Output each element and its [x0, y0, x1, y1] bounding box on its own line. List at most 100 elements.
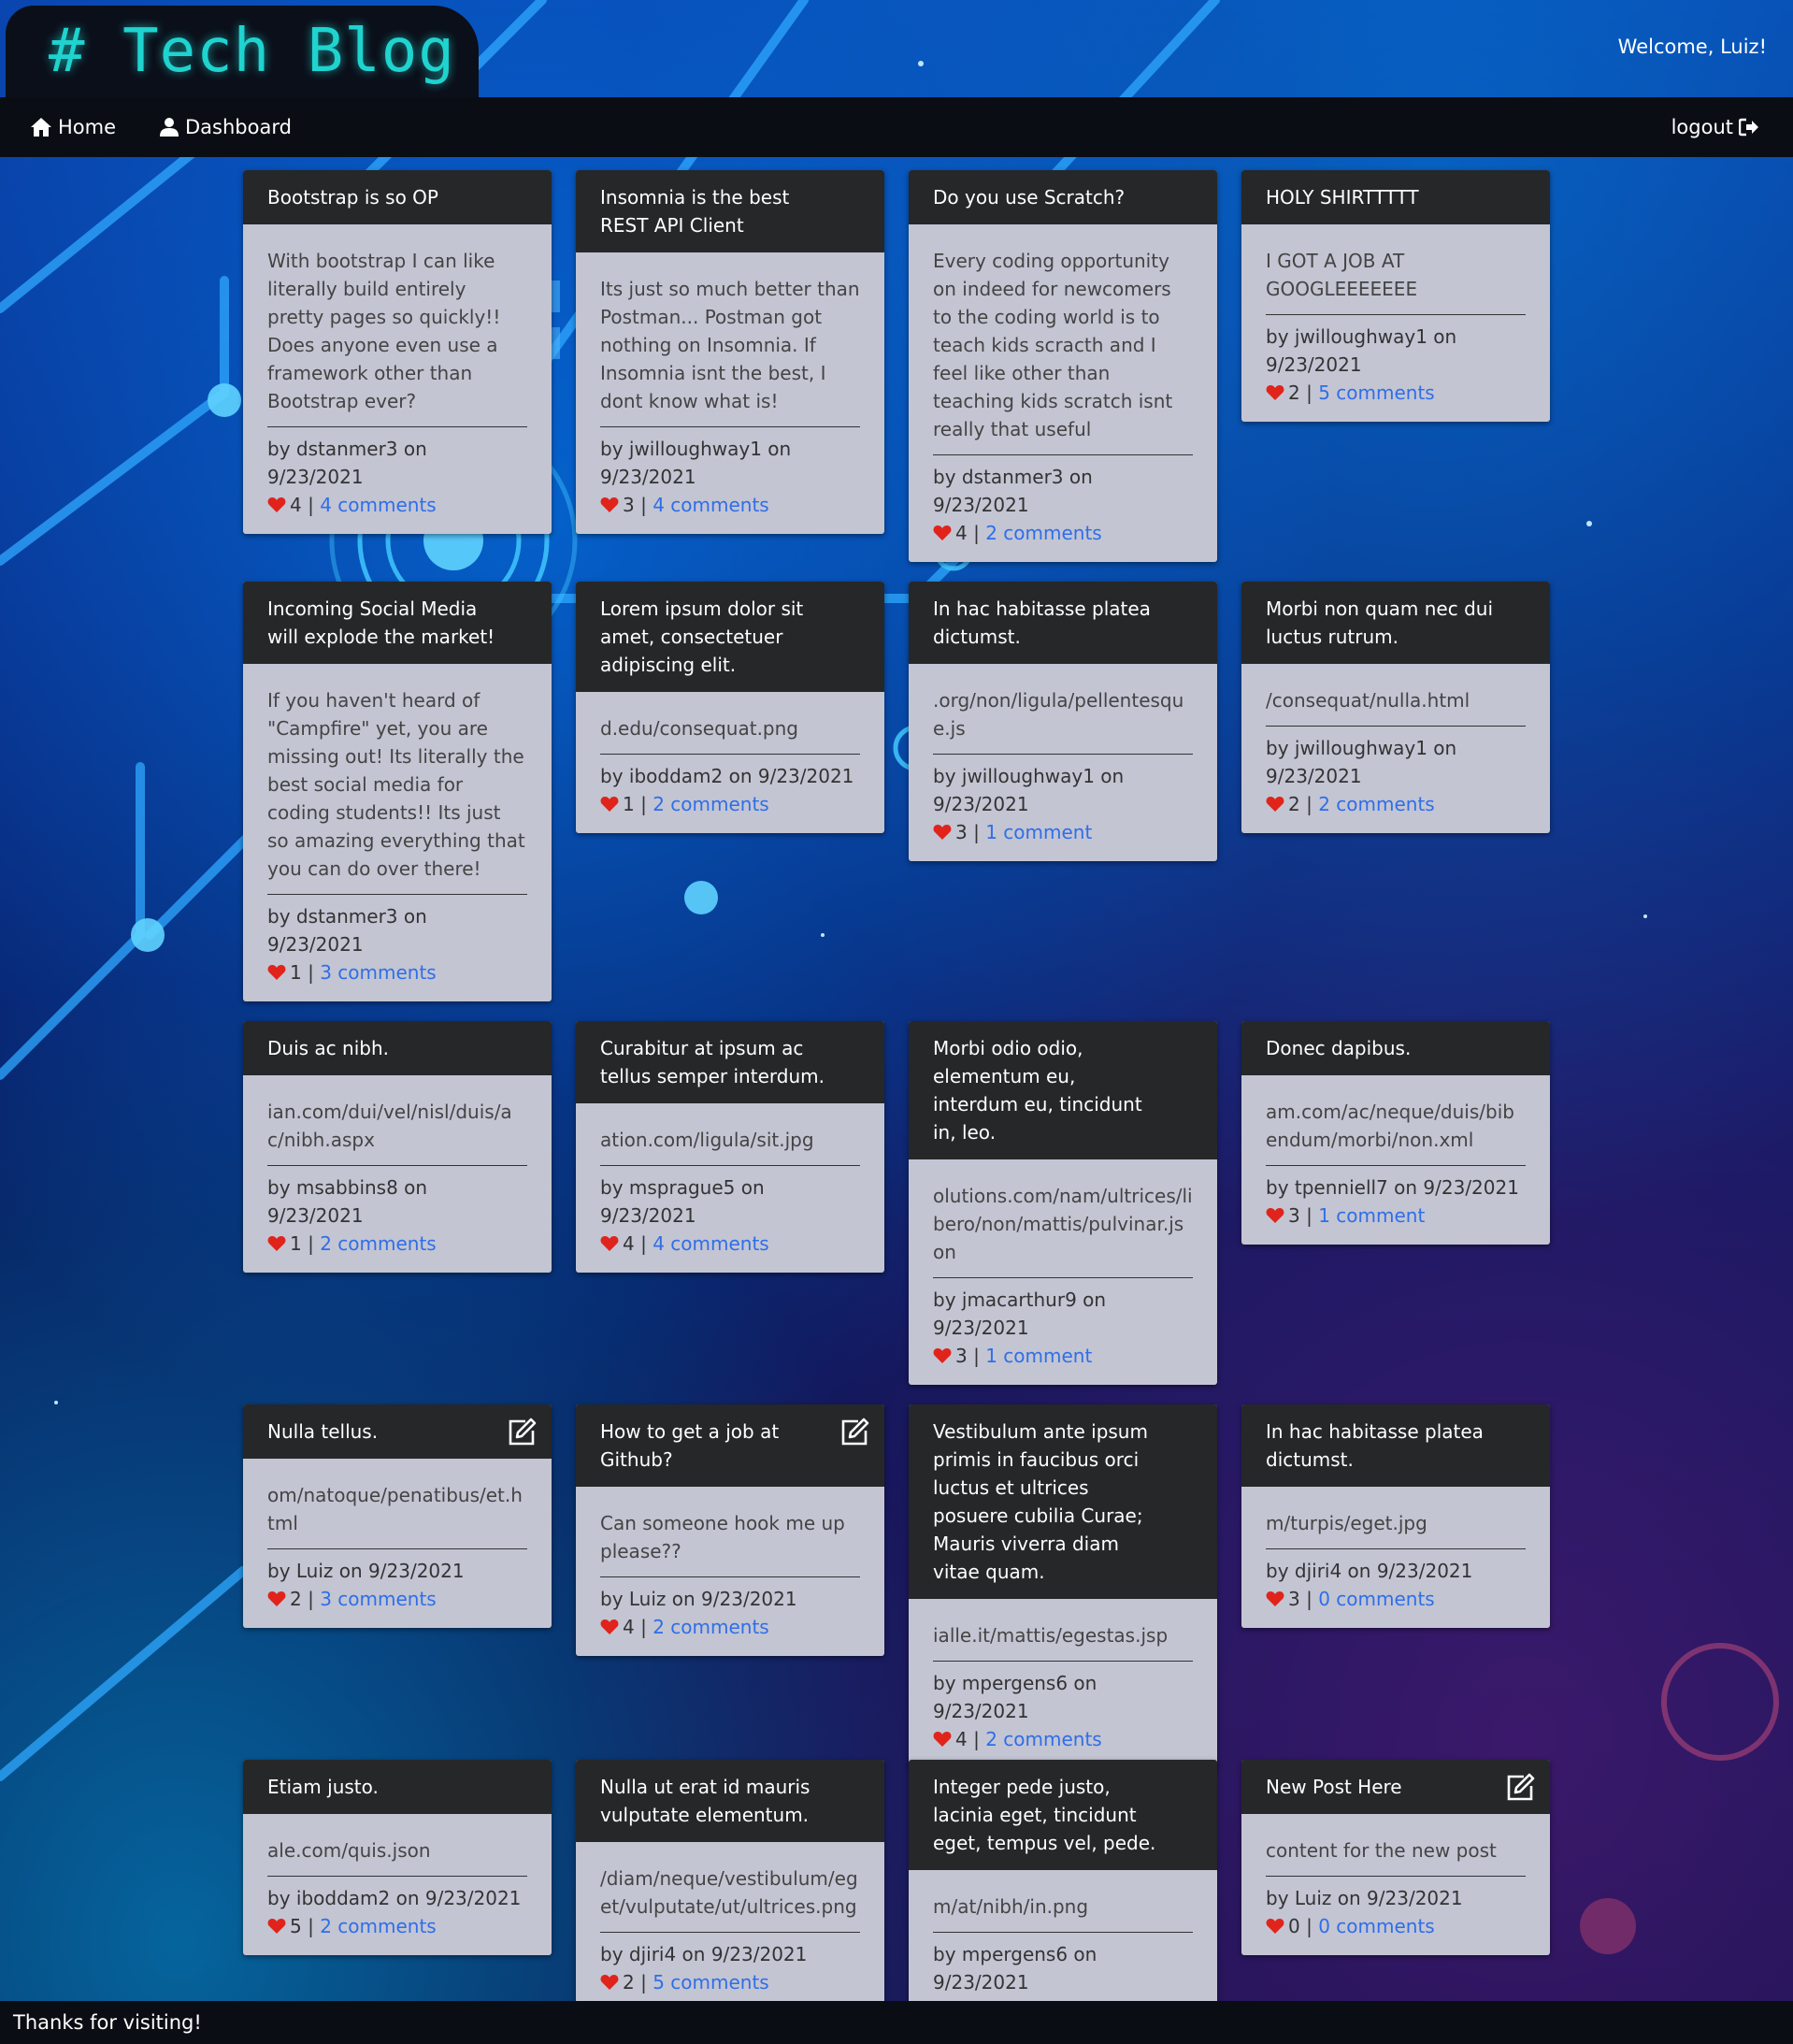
- comments-link[interactable]: 2 comments: [653, 1613, 769, 1641]
- nav-dashboard[interactable]: Dashboard: [159, 97, 292, 157]
- heart-icon[interactable]: [1266, 796, 1284, 813]
- post-card[interactable]: Morbi odio odio, elementum eu, interdum …: [909, 1021, 1217, 1385]
- edit-icon[interactable]: [1505, 1773, 1535, 1803]
- comments-link[interactable]: 2 comments: [320, 1912, 437, 1940]
- comments-link[interactable]: 1 comment: [1318, 1202, 1425, 1230]
- post-card[interactable]: Curabitur at ipsum ac tellus semper inte…: [576, 1021, 884, 1273]
- comments-link[interactable]: 2 comments: [1318, 790, 1435, 818]
- edit-icon[interactable]: [507, 1418, 537, 1447]
- post-title[interactable]: Lorem ipsum dolor sit amet, consectetuer…: [600, 597, 803, 676]
- post-card[interactable]: Nulla tellus. om/natoque/penatibus/et.ht…: [243, 1404, 552, 1628]
- post-title[interactable]: Curabitur at ipsum ac tellus semper inte…: [600, 1037, 825, 1087]
- post-card-header[interactable]: Duis ac nibh.: [243, 1021, 552, 1075]
- comments-link[interactable]: 5 comments: [653, 1968, 769, 1996]
- post-card[interactable]: Incoming Social Media will explode the m…: [243, 582, 552, 1001]
- post-card-header[interactable]: Vestibulum ante ipsum primis in faucibus…: [909, 1404, 1217, 1599]
- post-card-header[interactable]: Insomnia is the best REST API Client: [576, 170, 884, 252]
- heart-icon[interactable]: [600, 1974, 619, 1991]
- post-card[interactable]: In hac habitasse platea dictumst. m/turp…: [1241, 1404, 1550, 1628]
- post-card-header[interactable]: HOLY SHIRTTTTT: [1241, 170, 1550, 224]
- post-card-header[interactable]: In hac habitasse platea dictumst.: [909, 582, 1217, 664]
- post-card[interactable]: Integer pede justo, lacinia eget, tincid…: [909, 1760, 1217, 2039]
- post-card[interactable]: Etiam justo. ale.com/quis.json by ibodda…: [243, 1760, 552, 1955]
- post-card[interactable]: Do you use Scratch? Every coding opportu…: [909, 170, 1217, 562]
- post-title[interactable]: Morbi non quam nec dui luctus rutrum.: [1266, 597, 1493, 648]
- heart-icon[interactable]: [1266, 384, 1284, 401]
- comments-link[interactable]: 4 comments: [320, 491, 437, 519]
- post-card-header[interactable]: Incoming Social Media will explode the m…: [243, 582, 552, 664]
- comments-link[interactable]: 2 comments: [653, 790, 769, 818]
- post-title[interactable]: Morbi odio odio, elementum eu, interdum …: [933, 1037, 1142, 1144]
- post-card[interactable]: How to get a job at Github? Can someone …: [576, 1404, 884, 1656]
- heart-icon[interactable]: [933, 525, 952, 541]
- heart-icon[interactable]: [267, 497, 286, 513]
- heart-icon[interactable]: [600, 497, 619, 513]
- heart-icon[interactable]: [600, 796, 619, 813]
- post-card-header[interactable]: Nulla ut erat id mauris vulputate elemen…: [576, 1760, 884, 1842]
- heart-icon[interactable]: [267, 1235, 286, 1252]
- post-card-header[interactable]: Bootstrap is so OP: [243, 170, 552, 224]
- heart-icon[interactable]: [1266, 1207, 1284, 1224]
- comments-link[interactable]: 0 comments: [1318, 1912, 1435, 1940]
- post-card[interactable]: Bootstrap is so OP With bootstrap I can …: [243, 170, 552, 534]
- post-card-header[interactable]: Lorem ipsum dolor sit amet, consectetuer…: [576, 582, 884, 692]
- post-card-header[interactable]: New Post Here: [1241, 1760, 1550, 1814]
- post-card[interactable]: Donec dapibus. am.com/ac/neque/duis/bibe…: [1241, 1021, 1550, 1245]
- post-title[interactable]: Do you use Scratch?: [933, 186, 1125, 209]
- nav-home[interactable]: Home: [30, 97, 116, 157]
- post-card[interactable]: Vestibulum ante ipsum primis in faucibus…: [909, 1404, 1217, 1768]
- post-title[interactable]: Donec dapibus.: [1266, 1037, 1411, 1059]
- post-card[interactable]: Duis ac nibh. ian.com/dui/vel/nisl/duis/…: [243, 1021, 552, 1273]
- heart-icon[interactable]: [1266, 1918, 1284, 1935]
- post-title[interactable]: How to get a job at Github?: [600, 1420, 779, 1471]
- site-logo[interactable]: # Tech Blog: [49, 17, 455, 86]
- comments-link[interactable]: 4 comments: [653, 491, 769, 519]
- comments-link[interactable]: 2 comments: [985, 519, 1102, 547]
- post-card-header[interactable]: Morbi odio odio, elementum eu, interdum …: [909, 1021, 1217, 1159]
- post-card-header[interactable]: Integer pede justo, lacinia eget, tincid…: [909, 1760, 1217, 1870]
- heart-icon[interactable]: [600, 1619, 619, 1635]
- post-title[interactable]: Nulla tellus.: [267, 1420, 378, 1443]
- heart-icon[interactable]: [267, 964, 286, 981]
- post-title[interactable]: Nulla ut erat id mauris vulputate elemen…: [600, 1776, 810, 1826]
- comments-link[interactable]: 2 comments: [320, 1230, 437, 1258]
- comments-link[interactable]: 1 comment: [985, 1342, 1092, 1370]
- comments-link[interactable]: 0 comments: [1318, 1585, 1435, 1613]
- post-card[interactable]: Morbi non quam nec dui luctus rutrum. /c…: [1241, 582, 1550, 833]
- post-title[interactable]: Etiam justo.: [267, 1776, 379, 1798]
- post-card-header[interactable]: Morbi non quam nec dui luctus rutrum.: [1241, 582, 1550, 664]
- heart-icon[interactable]: [933, 1347, 952, 1364]
- heart-icon[interactable]: [267, 1591, 286, 1607]
- post-card-header[interactable]: Donec dapibus.: [1241, 1021, 1550, 1075]
- post-title[interactable]: Vestibulum ante ipsum primis in faucibus…: [933, 1420, 1148, 1583]
- comments-link[interactable]: 1 comment: [985, 818, 1092, 846]
- post-title[interactable]: In hac habitasse platea dictumst.: [1266, 1420, 1484, 1471]
- heart-icon[interactable]: [267, 1918, 286, 1935]
- heart-icon[interactable]: [600, 1235, 619, 1252]
- comments-link[interactable]: 5 comments: [1318, 379, 1435, 407]
- post-card[interactable]: In hac habitasse platea dictumst. .org/n…: [909, 582, 1217, 861]
- post-title[interactable]: Incoming Social Media will explode the m…: [267, 597, 495, 648]
- post-card[interactable]: Lorem ipsum dolor sit amet, consectetuer…: [576, 582, 884, 833]
- heart-icon[interactable]: [933, 1731, 952, 1748]
- comments-link[interactable]: 3 comments: [320, 1585, 437, 1613]
- post-title[interactable]: HOLY SHIRTTTTT: [1266, 186, 1419, 209]
- heart-icon[interactable]: [1266, 1591, 1284, 1607]
- post-card[interactable]: New Post Here content for the new post b…: [1241, 1760, 1550, 1955]
- post-card-header[interactable]: Etiam justo.: [243, 1760, 552, 1814]
- post-title[interactable]: New Post Here: [1266, 1776, 1402, 1798]
- post-card-header[interactable]: Curabitur at ipsum ac tellus semper inte…: [576, 1021, 884, 1103]
- post-card-header[interactable]: Nulla tellus.: [243, 1404, 552, 1459]
- post-card-header[interactable]: In hac habitasse platea dictumst.: [1241, 1404, 1550, 1487]
- heart-icon[interactable]: [933, 824, 952, 841]
- post-card-header[interactable]: How to get a job at Github?: [576, 1404, 884, 1487]
- nav-logout[interactable]: logout: [1671, 97, 1765, 157]
- comments-link[interactable]: 2 comments: [985, 1725, 1102, 1753]
- post-title[interactable]: Bootstrap is so OP: [267, 186, 438, 209]
- post-title[interactable]: In hac habitasse platea dictumst.: [933, 597, 1151, 648]
- post-card-header[interactable]: Do you use Scratch?: [909, 170, 1217, 224]
- post-title[interactable]: Duis ac nibh.: [267, 1037, 389, 1059]
- post-card[interactable]: HOLY SHIRTTTTT I GOT A JOB AT GOOGLEEEEE…: [1241, 170, 1550, 422]
- post-title[interactable]: Insomnia is the best REST API Client: [600, 186, 789, 237]
- post-title[interactable]: Integer pede justo, lacinia eget, tincid…: [933, 1776, 1155, 1854]
